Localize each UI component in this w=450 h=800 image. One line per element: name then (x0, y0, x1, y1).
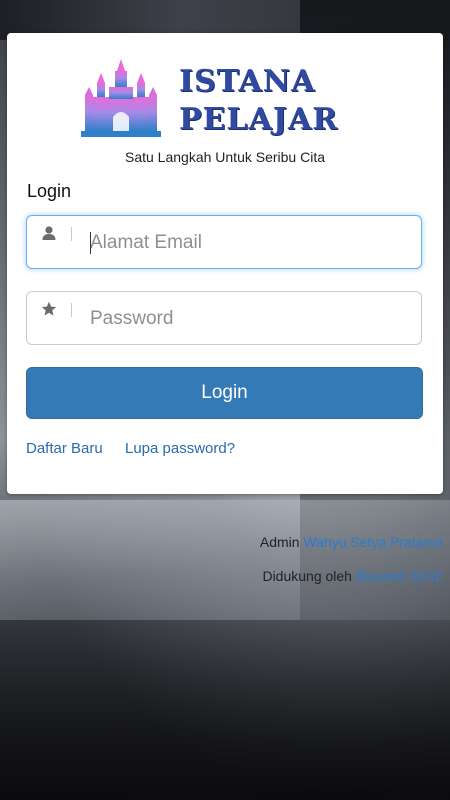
login-button[interactable]: Login (26, 367, 423, 419)
admin-credit: Admin Wahyu Setya Pratama (260, 534, 443, 550)
text-cursor (90, 232, 91, 254)
login-heading: Login (27, 181, 72, 201)
password-input-group[interactable] (26, 291, 422, 345)
castle-logo-icon (81, 59, 161, 137)
app-name-line1: ISTANA (179, 64, 316, 99)
support-name-link[interactable]: Bisasoft QUIZ (356, 568, 443, 584)
admin-name-link[interactable]: Wahyu Setya Pratama (303, 534, 443, 550)
register-link[interactable]: Daftar Baru (26, 440, 103, 457)
background-bottom (0, 620, 450, 800)
tagline: Satu Langkah Untuk Seribu Cita (124, 149, 325, 165)
forgot-password-link[interactable]: Lupa password? (125, 440, 235, 457)
app-name: ISTANA PELAJAR (179, 63, 338, 139)
support-credit: Didukung oleh Bisasoft QUIZ (262, 568, 443, 584)
icon-separator (71, 303, 72, 317)
app-logo: ISTANA PELAJAR (81, 57, 361, 139)
password-field[interactable] (90, 302, 410, 336)
background-laptop-surface (0, 500, 450, 620)
login-card: ISTANA PELAJAR Satu Langkah Untuk Seribu… (7, 33, 443, 494)
icon-separator (71, 227, 72, 241)
admin-prefix: Admin (259, 534, 300, 550)
email-input-group[interactable] (26, 215, 422, 269)
app-name-line2: PELAJAR (179, 102, 339, 137)
user-icon (42, 226, 56, 240)
star-icon (41, 301, 57, 316)
email-field[interactable] (90, 226, 410, 260)
support-prefix: Didukung oleh (262, 568, 352, 584)
